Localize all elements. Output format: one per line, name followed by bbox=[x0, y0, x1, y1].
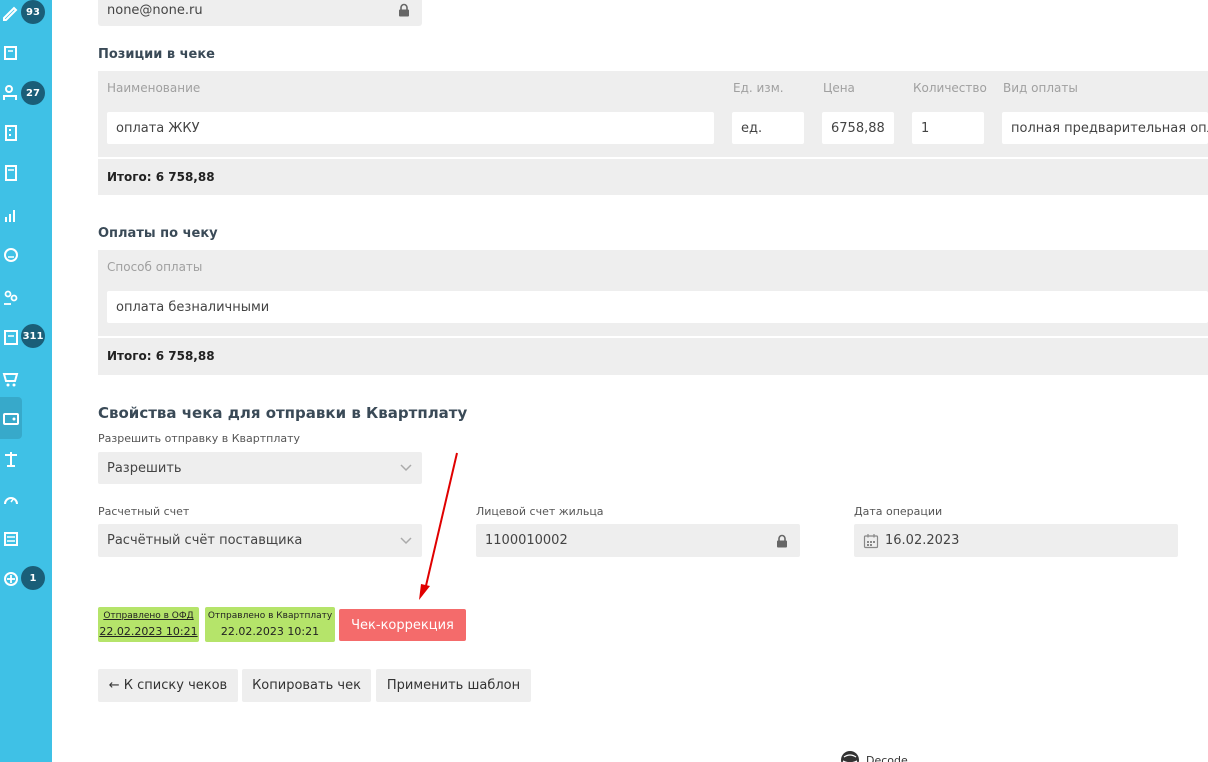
position-name-input[interactable]: оплата ЖКУ bbox=[107, 112, 714, 144]
kp-status-tag: Отправлено в Квартплату 22.02.2023 10:21 bbox=[205, 607, 335, 642]
date-input[interactable]: 16.02.2023 bbox=[854, 524, 1178, 557]
badge-tasks: 311 bbox=[21, 324, 45, 348]
payment-method-select[interactable]: оплата безналичными bbox=[107, 291, 1208, 323]
kp-status-time: 22.02.2023 10:21 bbox=[220, 625, 320, 638]
lock-icon bbox=[777, 534, 787, 547]
positions-total: Итого: 6 758,88 bbox=[107, 170, 215, 184]
payments-title: Оплаты по чеку bbox=[98, 226, 218, 241]
badge-users: 27 bbox=[21, 81, 45, 105]
col-head-name: Наименование bbox=[107, 81, 201, 95]
col-head-qty: Количество bbox=[913, 81, 987, 95]
col-head-paymethod: Способ оплаты bbox=[107, 260, 203, 274]
nav-building-icon[interactable] bbox=[0, 116, 22, 150]
chevron-down-icon bbox=[400, 464, 412, 472]
date-label: Дата операции bbox=[854, 505, 943, 518]
nav-add-icon[interactable] bbox=[0, 562, 22, 596]
footer-logo-text: Decode bbox=[866, 753, 908, 762]
position-paytype-select[interactable]: полная предварительная опл bbox=[1002, 112, 1208, 144]
date-value: 16.02.2023 bbox=[885, 533, 960, 548]
lock-icon bbox=[399, 3, 409, 17]
copy-check-button[interactable]: Копировать чек bbox=[242, 669, 371, 702]
badge-add: 1 bbox=[21, 566, 45, 590]
kp-status-label: Отправлено в Квартплату bbox=[207, 611, 333, 621]
main-content: none@none.ru Позиции в чеке Наименование… bbox=[52, 0, 1208, 762]
nav-feedback-icon[interactable] bbox=[0, 238, 22, 272]
allow-select[interactable]: Разрешить bbox=[98, 452, 422, 484]
email-field: none@none.ru bbox=[98, 0, 422, 26]
nav-cart-icon[interactable] bbox=[0, 362, 22, 396]
footer-logo: Decode bbox=[840, 750, 908, 762]
calendar-icon bbox=[863, 533, 879, 548]
ofd-status-tag[interactable]: Отправлено в ОФД 22.02.2023 10:21 bbox=[98, 607, 199, 642]
payments-total-bar bbox=[98, 336, 1208, 375]
position-unit-input[interactable]: ед. bbox=[732, 112, 804, 144]
nav-analytics-icon[interactable] bbox=[0, 198, 22, 232]
col-head-price: Цена bbox=[823, 81, 855, 95]
position-price-input[interactable]: 6758,88 bbox=[822, 112, 894, 144]
position-qty-input[interactable]: 1 bbox=[912, 112, 984, 144]
nav-users-icon[interactable] bbox=[0, 76, 22, 110]
nav-team-icon[interactable] bbox=[0, 280, 22, 314]
payments-total: Итого: 6 758,88 bbox=[107, 349, 215, 363]
positions-total-bar bbox=[98, 157, 1208, 195]
positions-title: Позиции в чеке bbox=[98, 47, 215, 62]
ofd-status-label: Отправлено в ОФД bbox=[103, 611, 194, 621]
correction-button[interactable]: Чек-коррекция bbox=[339, 609, 466, 641]
chevron-down-icon bbox=[400, 536, 412, 544]
resident-account-field: 1100010002 bbox=[476, 524, 800, 557]
apply-template-button[interactable]: Применить шаблон bbox=[376, 669, 531, 702]
ofd-status-time: 22.02.2023 10:21 bbox=[99, 625, 198, 638]
nav-calculator-icon[interactable] bbox=[0, 156, 22, 190]
badge-edit: 93 bbox=[21, 0, 45, 24]
props-title: Свойства чека для отправки в Квартплату bbox=[98, 404, 468, 422]
email-value: none@none.ru bbox=[107, 2, 203, 18]
account-label: Расчетный счет bbox=[98, 505, 190, 518]
nav-wallet-icon[interactable] bbox=[0, 397, 22, 439]
nav-list-icon[interactable] bbox=[0, 522, 22, 556]
nav-meter-icon[interactable] bbox=[0, 482, 22, 516]
globe-icon bbox=[841, 751, 859, 762]
nav-scales-icon[interactable] bbox=[0, 442, 22, 476]
account-value: Расчётный счёт поставщика bbox=[107, 533, 303, 548]
nav-edit-icon[interactable] bbox=[0, 0, 22, 30]
allow-value: Разрешить bbox=[107, 460, 182, 476]
col-head-unit: Ед. изм. bbox=[733, 81, 784, 95]
col-head-paytype: Вид оплаты bbox=[1003, 81, 1078, 95]
nav-documents-icon[interactable] bbox=[0, 36, 22, 70]
account-select[interactable]: Расчётный счёт поставщика bbox=[98, 524, 422, 557]
resident-value: 1100010002 bbox=[485, 533, 568, 548]
back-to-list-button[interactable]: ← К списку чеков bbox=[98, 669, 238, 702]
allow-label: Разрешить отправку в Квартплату bbox=[98, 432, 301, 445]
sidebar: 93 27 311 1 bbox=[0, 0, 52, 762]
resident-label: Лицевой счет жильца bbox=[476, 505, 604, 518]
nav-tasks-icon[interactable] bbox=[0, 320, 22, 354]
